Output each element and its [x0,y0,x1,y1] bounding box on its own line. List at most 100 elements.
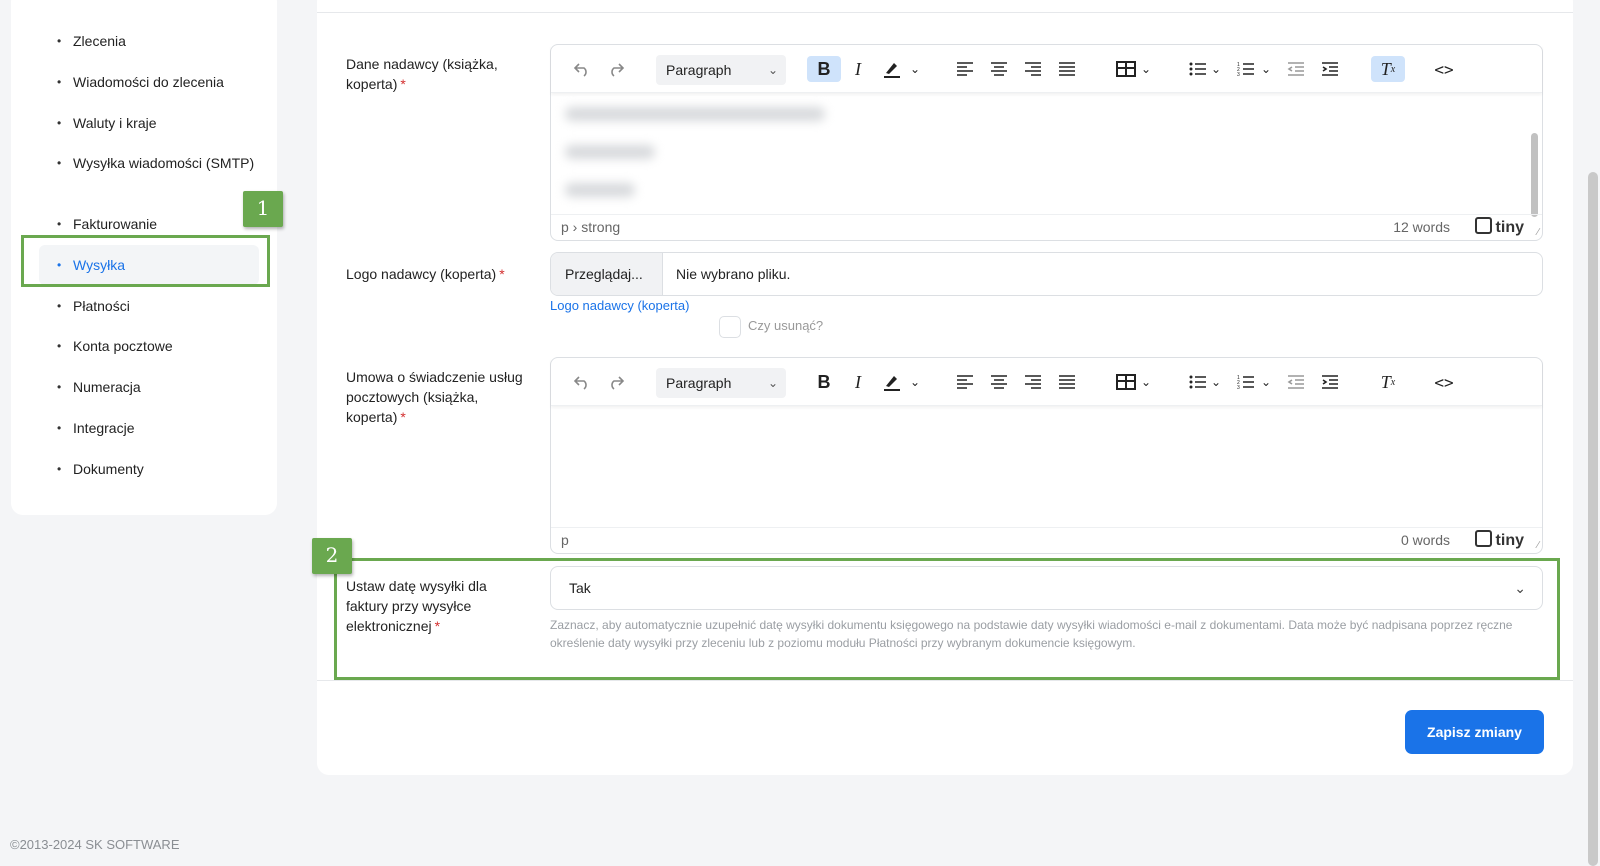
clear-formatting-icon[interactable]: Tx [1371,369,1405,395]
tiny-logo[interactable]: tiny [1475,530,1524,550]
sidebar-item-platnosci[interactable]: Płatności [39,296,259,316]
sidebar-item-integracje[interactable]: Integracje [39,418,259,438]
source-code-icon[interactable]: <> [1431,369,1457,395]
blurred-text [565,107,825,121]
sender-data-label: Dane nadawcy (książka, koperta) * [346,54,531,94]
bold-icon[interactable]: B [807,56,841,82]
footer-copyright: ©2013-2024 SK SOFTWARE [10,837,180,852]
divider [317,12,1573,13]
postal-contract-label: Umowa o świadczenie usług pocztowych (ks… [346,367,531,427]
chevron-down-icon[interactable]: ⌄ [1139,369,1153,395]
highlight-box-2 [334,558,1560,680]
bold-icon[interactable]: B [807,369,841,395]
align-justify-icon[interactable] [1055,369,1079,395]
chevron-down-icon[interactable]: ⌄ [907,56,923,82]
align-right-icon[interactable] [1021,369,1045,395]
sender-data-content[interactable] [551,93,1542,217]
align-left-icon[interactable] [953,56,977,82]
source-code-icon[interactable]: <> [1431,56,1457,82]
table-icon[interactable] [1113,369,1139,395]
outdent-icon[interactable] [1285,369,1307,395]
remove-logo-label: Czy usunąć? [748,318,824,333]
chevron-down-icon[interactable]: ⌄ [1209,369,1223,395]
indent-icon[interactable] [1319,56,1341,82]
editor-statusbar: p 0 words tiny ∕ [551,527,1542,553]
paragraph-label: Paragraph [666,375,732,391]
indent-icon[interactable] [1319,369,1341,395]
tiny-logo[interactable]: tiny [1475,217,1524,237]
paragraph-format-select[interactable]: Paragraph ⌄ [656,368,786,398]
align-center-icon[interactable] [987,56,1011,82]
save-button[interactable]: Zapisz zmiany [1405,710,1544,754]
svg-text:3: 3 [1237,72,1240,77]
postal-contract-editor: Paragraph ⌄ B I ⌄ ⌄ ⌄ 123 ⌄ T x <> p 0 w… [550,357,1543,554]
resize-handle-icon[interactable]: ∕ [1537,227,1539,238]
sidebar-item-fakturowanie[interactable]: Fakturowanie [39,214,259,234]
remove-logo-checkbox[interactable] [719,316,741,338]
logo-file-input[interactable]: Przeglądaj... Nie wybrano pliku. [550,252,1543,296]
editor-toolbar: Paragraph ⌄ B I ⌄ ⌄ ⌄ 123 ⌄ T x <> [551,358,1542,406]
divider [317,680,1573,681]
step-badge-1: 1 [243,191,283,227]
svg-text:3: 3 [1237,385,1240,390]
postal-contract-content[interactable] [551,406,1542,527]
highlight-box-1 [21,235,270,287]
outdent-icon[interactable] [1285,56,1307,82]
undo-icon[interactable] [569,369,595,395]
table-icon[interactable] [1113,56,1139,82]
element-path[interactable]: p › strong [561,219,620,235]
page-scrollbar[interactable] [1586,0,1600,866]
step-badge-2: 2 [312,538,352,574]
sender-logo-label: Logo nadawcy (koperta) * [346,264,546,284]
sidebar-item-konta[interactable]: Konta pocztowe [39,336,259,356]
paragraph-format-select[interactable]: Paragraph ⌄ [656,55,786,85]
sidebar-item-smtp[interactable]: Wysyłka wiadomości (SMTP) [39,153,259,173]
chevron-down-icon: ⌄ [767,63,778,77]
align-justify-icon[interactable] [1055,56,1079,82]
chevron-down-icon[interactable]: ⌄ [907,369,923,395]
resize-handle-icon[interactable]: ∕ [1537,540,1539,551]
undo-icon[interactable] [569,56,595,82]
align-right-icon[interactable] [1021,56,1045,82]
chevron-down-icon[interactable]: ⌄ [1209,56,1223,82]
blurred-text [565,183,635,197]
numbered-list-icon[interactable]: 123 [1235,369,1257,395]
italic-icon[interactable]: I [845,369,871,395]
browse-button[interactable]: Przeglądaj... [551,253,663,295]
chevron-down-icon[interactable]: ⌄ [1139,56,1153,82]
italic-icon[interactable]: I [845,56,871,82]
file-status: Nie wybrano pliku. [676,266,791,282]
redo-icon[interactable] [603,369,629,395]
bullet-list-icon[interactable] [1187,369,1209,395]
sidebar-item-waluty[interactable]: Waluty i kraje [39,113,259,133]
editor-statusbar: p › strong 12 words tiny ∕ [551,214,1542,240]
logo-link[interactable]: Logo nadawcy (koperta) [550,298,689,313]
highlight-icon[interactable] [879,369,905,395]
clear-formatting-icon[interactable]: Tx [1371,56,1405,82]
align-center-icon[interactable] [987,369,1011,395]
sidebar-item-numeracja[interactable]: Numeracja [39,377,259,397]
redo-icon[interactable] [603,56,629,82]
word-count[interactable]: 0 words [1401,532,1450,548]
chevron-down-icon[interactable]: ⌄ [1259,56,1273,82]
editor-toolbar: Paragraph ⌄ B I ⌄ ⌄ ⌄ 123 ⌄ T x <> [551,45,1542,93]
sender-data-editor: Paragraph ⌄ B I ⌄ ⌄ ⌄ 123 ⌄ T x <> p › s… [550,44,1543,241]
sidebar-item-zlecenia[interactable]: Zlecenia [39,31,259,51]
align-left-icon[interactable] [953,369,977,395]
chevron-down-icon[interactable]: ⌄ [1259,369,1273,395]
blurred-text [565,145,655,159]
highlight-icon[interactable] [879,56,905,82]
sidebar-item-dokumenty[interactable]: Dokumenty [39,459,259,479]
chevron-down-icon: ⌄ [767,376,778,390]
sidebar-item-wiadomosci[interactable]: Wiadomości do zlecenia [39,72,259,92]
numbered-list-icon[interactable]: 123 [1235,56,1257,82]
label-text: Dane nadawcy (książka, koperta) [346,56,498,92]
label-text: Logo nadawcy (koperta) [346,266,497,282]
editor-scrollbar[interactable] [1531,133,1538,217]
word-count[interactable]: 12 words [1393,219,1450,235]
label-text: Umowa o świadczenie usług pocztowych (ks… [346,369,523,425]
required-mark: * [400,76,406,92]
element-path[interactable]: p [561,532,569,548]
scrollbar-thumb[interactable] [1588,172,1598,866]
bullet-list-icon[interactable] [1187,56,1209,82]
